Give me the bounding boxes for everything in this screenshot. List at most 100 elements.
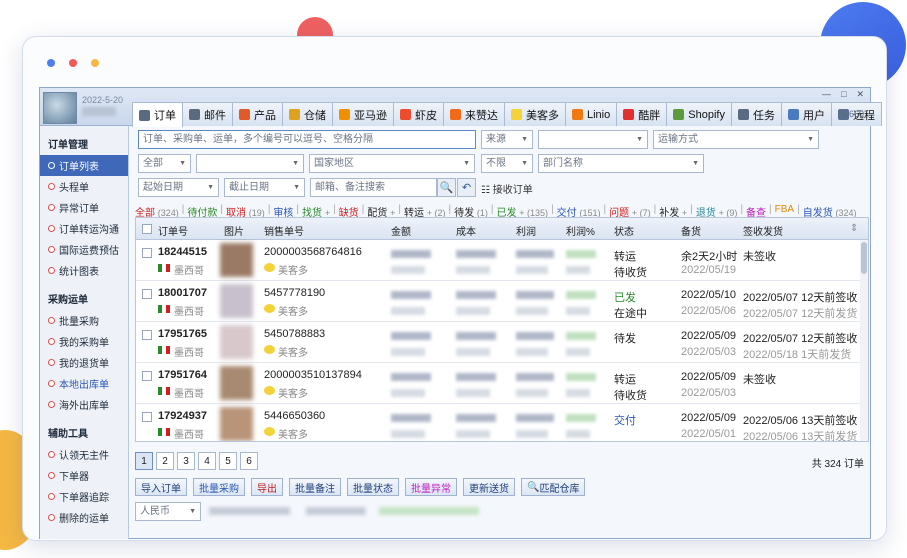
sidebar-item[interactable]: 删除的运单: [40, 507, 128, 528]
sidebar-item[interactable]: 我的退货单: [40, 352, 128, 373]
column-header[interactable]: 利润: [516, 223, 536, 238]
row-checkbox[interactable]: [142, 289, 152, 299]
table-row[interactable]: 17924937 墨西哥 5446650360 美客多 交付 2022/05/09 2022…: [136, 404, 868, 441]
department-select[interactable]: 部门名称 ▼: [538, 154, 704, 173]
table-row[interactable]: 17951764 墨西哥 2000003510137894 美客多 转运 待收货 2022/…: [136, 363, 868, 404]
source-detail-select[interactable]: ▼: [538, 130, 648, 149]
product-thumbnail[interactable]: [220, 407, 253, 441]
column-header[interactable]: 订单号: [158, 223, 188, 238]
page-button[interactable]: 1: [135, 452, 153, 470]
product-thumbnail[interactable]: [220, 366, 253, 400]
action-button[interactable]: 导出: [251, 478, 283, 496]
end-date-picker[interactable]: 截止日期 ▼: [224, 178, 305, 197]
region-select[interactable]: 国家地区 ▼: [309, 154, 475, 173]
close-button[interactable]: ✕: [856, 89, 864, 100]
sidebar-item[interactable]: 本地出库单: [40, 373, 128, 394]
bullet-icon: [48, 225, 55, 232]
sidebar-item[interactable]: 我的采购单: [40, 331, 128, 352]
tab-shopify[interactable]: Shopify: [666, 102, 732, 126]
country-label: 墨西哥: [174, 348, 204, 359]
row-checkbox[interactable]: [142, 248, 152, 258]
table-row[interactable]: 18244515 墨西哥 2000003568764816 美客多 转运 待收货 余2天2小…: [136, 240, 868, 281]
shop-select[interactable]: ▼: [196, 154, 304, 173]
action-button[interactable]: 批量备注: [289, 478, 341, 496]
product-thumbnail[interactable]: [220, 284, 253, 318]
sort-icon[interactable]: ⇕: [850, 223, 858, 234]
scope-select[interactable]: 全部 ▼: [138, 154, 191, 173]
column-header[interactable]: 成本: [456, 223, 476, 238]
minimize-button[interactable]: —: [822, 89, 831, 100]
tab-task[interactable]: 任务: [730, 102, 782, 126]
start-date-picker[interactable]: 起始日期 ▼: [138, 178, 219, 197]
tab-order[interactable]: 订单: [132, 102, 183, 127]
row-checkbox[interactable]: [142, 371, 152, 381]
action-button[interactable]: 导入订单: [135, 478, 187, 496]
tab-product[interactable]: 产品: [232, 102, 283, 126]
page-button[interactable]: 6: [240, 452, 258, 470]
vertical-scrollbar[interactable]: [860, 240, 868, 441]
sidebar-item[interactable]: 订单列表: [40, 155, 128, 176]
receive-orders-link[interactable]: ☷ 接收订单: [481, 181, 533, 196]
tab-mercadolibre[interactable]: 美客多: [504, 102, 566, 126]
table-row[interactable]: 17951765 墨西哥 5450788883 美客多 待发 2022/05/09 2022…: [136, 322, 868, 363]
tab-warehouse[interactable]: 仓储: [282, 102, 333, 126]
avatar[interactable]: [43, 92, 77, 124]
maximize-button[interactable]: □: [841, 89, 846, 100]
page-button[interactable]: 4: [198, 452, 216, 470]
action-button[interactable]: 批量采购: [193, 478, 245, 496]
column-header[interactable]: 销售单号: [264, 223, 304, 238]
limit-select[interactable]: 不限 ▼: [481, 154, 533, 173]
sidebar-item[interactable]: 统计图表: [40, 260, 128, 281]
bullet-icon: [48, 204, 55, 211]
action-button[interactable]: 🔍 匹配仓库: [521, 478, 586, 496]
sidebar-item[interactable]: 批量采购: [40, 310, 128, 331]
column-header[interactable]: 金额: [391, 223, 411, 238]
column-header[interactable]: 状态: [614, 223, 634, 238]
sidebar-item[interactable]: 异常订单: [40, 197, 128, 218]
tab-amazon[interactable]: 亚马逊: [332, 102, 394, 126]
order-search-input[interactable]: 订单、采购单、运单，多个编号可以逗号、空格分隔: [138, 130, 476, 149]
table-row[interactable]: 18001707 墨西哥 5457778190 美客多 已发 在途中 2022/05/10 2…: [136, 281, 868, 322]
tab-shopee[interactable]: 虾皮: [393, 102, 444, 126]
sidebar-item[interactable]: 订单转运沟通: [40, 218, 128, 239]
tab-linio[interactable]: Linio: [565, 102, 618, 126]
search-icon[interactable]: 🔍: [437, 178, 456, 197]
currency-select[interactable]: 人民币 ▼: [135, 502, 201, 521]
column-header[interactable]: 备货: [681, 223, 701, 238]
sidebar-item[interactable]: 海外出库单: [40, 394, 128, 415]
select-all-checkbox[interactable]: [142, 224, 152, 234]
column-header[interactable]: 图片: [224, 223, 244, 238]
tab-lazada[interactable]: 来赞达: [443, 102, 505, 126]
currency-label: 人民币: [140, 506, 170, 517]
remark-search-input[interactable]: 邮箱、备注搜索: [310, 178, 437, 197]
page-button[interactable]: 5: [219, 452, 237, 470]
undo-icon[interactable]: ↶: [457, 178, 476, 197]
sidebar-item[interactable]: 国际运费预估: [40, 239, 128, 260]
column-header[interactable]: 签收发货: [743, 223, 783, 238]
source-select[interactable]: 来源 ▼: [481, 130, 533, 149]
sidebar-item-label: 异常订单: [59, 204, 99, 215]
tab-user[interactable]: 用户: [780, 102, 832, 126]
page-button[interactable]: 3: [177, 452, 195, 470]
value-blurred: [566, 307, 590, 315]
scrollbar-thumb[interactable]: [861, 242, 867, 274]
sidebar-item[interactable]: 下单器: [40, 465, 128, 486]
tab-coupang[interactable]: 酷胖: [616, 102, 668, 126]
row-checkbox[interactable]: [142, 330, 152, 340]
sidebar-item[interactable]: 下单器追踪: [40, 486, 128, 507]
total-count: 共 324 订单: [811, 459, 864, 470]
action-button[interactable]: 批量异常: [405, 478, 457, 496]
list-icon: ☷: [481, 185, 493, 196]
sidebar-item[interactable]: 头程单: [40, 176, 128, 197]
transport-select[interactable]: 运输方式 ▼: [653, 130, 819, 149]
row-checkbox[interactable]: [142, 412, 152, 422]
action-button[interactable]: 更新送货: [463, 478, 515, 496]
product-thumbnail[interactable]: [220, 325, 253, 359]
action-button[interactable]: 批量状态: [347, 478, 399, 496]
column-header[interactable]: 利润%: [566, 223, 595, 238]
page-button[interactable]: 2: [156, 452, 174, 470]
status-primary: 已发: [614, 292, 636, 304]
product-thumbnail[interactable]: [220, 243, 253, 277]
sidebar-item[interactable]: 认领无主件: [40, 444, 128, 465]
tab-mail[interactable]: 邮件: [182, 102, 233, 126]
